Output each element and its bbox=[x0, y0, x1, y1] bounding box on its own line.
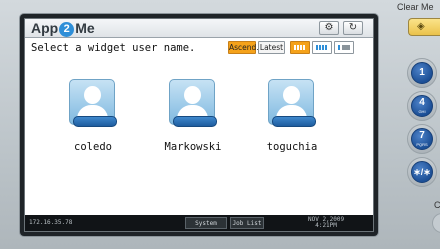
view-list-button[interactable] bbox=[334, 41, 354, 54]
keypad-7-button[interactable]: 7 PQRS bbox=[411, 128, 433, 150]
ip-address: 172.16.35.78 bbox=[29, 219, 73, 226]
key-main-label: 1 bbox=[419, 67, 425, 78]
user-item[interactable]: toguchia bbox=[242, 79, 342, 189]
key-main-label: 7 bbox=[419, 130, 425, 141]
sort-latest-button[interactable]: Latest bbox=[258, 41, 285, 54]
title-bar: App 2 Me ⚙ ↻ bbox=[25, 19, 373, 38]
diamond-arrow-icon: ◈ bbox=[417, 21, 425, 32]
key-main-label: ∗/∗ bbox=[413, 167, 431, 177]
app-title-prefix: App bbox=[31, 20, 59, 36]
key-main-label: 4 bbox=[419, 97, 425, 108]
refresh-button[interactable]: ↻ bbox=[343, 21, 363, 35]
large-grid-icon bbox=[294, 45, 306, 50]
instruction-text: Select a widget user name. bbox=[31, 42, 196, 54]
user-name: coledo bbox=[74, 141, 112, 153]
system-status-button[interactable]: System Status bbox=[185, 217, 227, 229]
user-item[interactable]: Markowski bbox=[143, 79, 243, 189]
date-time: NOV 2,2009 4:21PM bbox=[308, 217, 344, 229]
user-item[interactable]: coledo bbox=[43, 79, 143, 189]
avatar-badge bbox=[272, 116, 316, 127]
settings-button[interactable]: ⚙ bbox=[319, 21, 339, 35]
keypad-1-button[interactable]: 1 bbox=[411, 62, 433, 84]
partial-panel-label: C bbox=[434, 200, 440, 210]
app-title: App 2 Me bbox=[31, 20, 95, 37]
avatar-badge bbox=[173, 116, 217, 127]
user-name: toguchia bbox=[266, 141, 318, 153]
clear-modes-label: Clear Me bbox=[397, 2, 434, 12]
key-sub-label: GHI bbox=[418, 109, 426, 114]
refresh-icon: ↻ bbox=[348, 22, 358, 33]
touch-screen-frame: App 2 Me ⚙ ↻ Select a widget user name. As… bbox=[20, 14, 378, 236]
app-title-badge: 2 bbox=[59, 22, 75, 37]
list-icon bbox=[338, 45, 350, 50]
status-bar: 172.16.35.78 System Status Job List NOV … bbox=[25, 215, 373, 231]
app-title-suffix: Me bbox=[75, 20, 95, 36]
gear-icon: ⚙ bbox=[324, 22, 334, 33]
keypad-4-button[interactable]: 4 GHI bbox=[411, 95, 433, 117]
user-list: coledo Markowski toguchia bbox=[25, 79, 373, 189]
avatar-badge bbox=[73, 116, 117, 127]
app-screen: App 2 Me ⚙ ↻ Select a widget user name. As… bbox=[24, 18, 374, 232]
job-list-button[interactable]: Job List bbox=[230, 217, 264, 229]
view-large-icons-button[interactable] bbox=[290, 41, 310, 54]
view-small-icons-button[interactable] bbox=[312, 41, 332, 54]
user-name: Markowski bbox=[164, 141, 222, 153]
keypad-star-button[interactable]: ∗/∗ bbox=[411, 161, 433, 183]
key-sub-label: PQRS bbox=[416, 142, 428, 147]
sort-ascend-button[interactable]: Ascend. bbox=[228, 41, 259, 54]
status-time: 4:21PM bbox=[315, 222, 337, 229]
small-grid-icon bbox=[316, 45, 328, 50]
clear-modes-button[interactable]: ◈ bbox=[408, 18, 440, 36]
